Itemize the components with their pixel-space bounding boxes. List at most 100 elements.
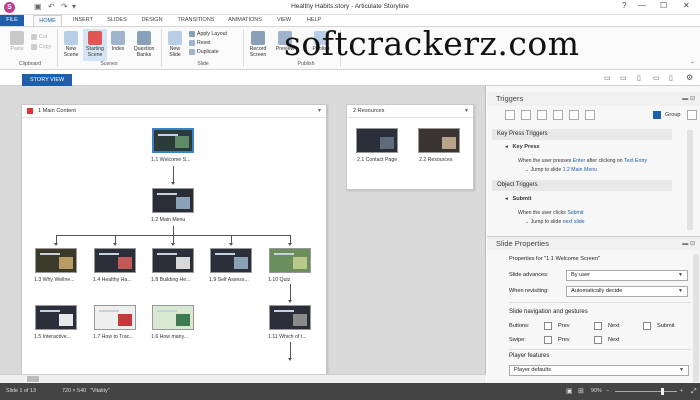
story-view-tab[interactable]: STORY VIEW (22, 74, 72, 86)
swipe-next-checkbox[interactable] (594, 336, 602, 344)
new-trigger-icon[interactable] (505, 110, 515, 120)
slide-thumbnail[interactable] (94, 305, 136, 330)
tab-animations[interactable]: ANIMATIONS (222, 15, 268, 26)
triggers-panel-header: Triggers ▬ ⊟ (487, 92, 700, 106)
object-trigger-item[interactable]: ◂ Submit (505, 196, 531, 202)
zoom-out-icon[interactable]: − (606, 383, 609, 400)
phone-portrait-icon[interactable]: ▯ (669, 74, 673, 82)
when-revisiting-select[interactable]: Automatically decide ▼ (566, 286, 688, 297)
slide-thumbnail[interactable] (152, 248, 194, 273)
phone-landscape-icon[interactable]: ▭ (653, 74, 660, 82)
paste-trigger-icon[interactable] (553, 110, 563, 120)
prev-button-checkbox[interactable] (544, 322, 552, 330)
slide-thumbnail[interactable] (94, 248, 136, 273)
tablet-portrait-icon[interactable]: ▯ (637, 74, 641, 82)
slide-thumbnail[interactable] (152, 305, 194, 330)
trigger-settings-icon[interactable] (687, 110, 697, 120)
scrollbar-thumb[interactable] (27, 376, 39, 382)
edit-trigger-icon[interactable] (521, 110, 531, 120)
key-press-triggers-section[interactable]: Key Press Triggers (492, 129, 672, 140)
duplicate-button[interactable]: Duplicate (189, 48, 219, 56)
question-banks-button[interactable]: Question Banks (130, 31, 158, 58)
delete-trigger-icon[interactable] (585, 110, 595, 120)
close-icon[interactable]: ✕ (683, 1, 690, 10)
tab-slides[interactable]: SLIDES (102, 15, 132, 26)
slide-thumbnail-image (175, 136, 189, 148)
slide-advances-label: Slide advances: (509, 272, 549, 278)
slide-thumbnail[interactable] (269, 248, 311, 273)
slide-thumbnail[interactable] (152, 188, 194, 213)
tab-file[interactable]: FILE (0, 15, 24, 26)
zoom-slider-thumb[interactable] (661, 388, 664, 395)
new-slide-button[interactable]: New Slide (164, 31, 186, 58)
slide-thumbnail-title-bar (99, 253, 119, 255)
tab-insert[interactable]: INSERT (68, 15, 98, 26)
scene-header: 2 Resources ▾ (347, 105, 473, 118)
scene-header: 1 Main Content ▾ (22, 105, 326, 118)
object-triggers-section[interactable]: Object Triggers (492, 180, 672, 191)
story-canvas[interactable]: 1 Main Content ▾ 2 Resources ▾ 1.1 Welco… (0, 86, 486, 384)
slide-thumbnail-image (380, 137, 394, 149)
new-scene-button[interactable]: New Scene (60, 31, 82, 58)
slide-thumbnail-title-bar (40, 253, 60, 255)
key-press-trigger-line2[interactable]: → Jump to slide 1.2 Main Menu (524, 167, 597, 173)
submit-button-checkbox[interactable] (643, 322, 651, 330)
minimize-icon[interactable]: — (638, 1, 646, 10)
slide-thumbnail[interactable] (35, 248, 77, 273)
slide-thumbnail[interactable] (269, 305, 311, 330)
slide-thumbnail[interactable] (356, 128, 398, 153)
scene-menu-icon[interactable]: ▾ (465, 105, 468, 118)
copy-button[interactable]: Copy (31, 43, 51, 51)
fit-view-icon[interactable]: ▣ (566, 383, 573, 400)
horizontal-scrollbar[interactable] (0, 374, 486, 383)
starting-scene-button[interactable]: Starting Scene (83, 29, 107, 61)
starting-scene-flag-icon (27, 108, 33, 114)
desktop-view-icon[interactable]: ▭ (604, 74, 611, 82)
key-press-trigger-line1[interactable]: When the user presses Enter after clicki… (518, 158, 647, 164)
reset-button[interactable]: Reset (189, 39, 211, 47)
player-features-select[interactable]: Player defaults ▼ (509, 365, 689, 376)
tab-home[interactable]: HOME (33, 15, 62, 26)
slide-size: 720 × 540 (62, 388, 87, 394)
fit-window-icon[interactable]: ⊞ (578, 383, 584, 400)
connector-line (173, 226, 174, 235)
panel-options-icon[interactable]: ▬ ⊟ (682, 237, 695, 251)
scene-menu-icon[interactable]: ▾ (318, 105, 321, 118)
index-button[interactable]: Index (108, 31, 128, 52)
panel-options-icon[interactable]: ▬ ⊟ (682, 92, 695, 106)
fit-to-window-icon[interactable]: ⤢ (691, 383, 697, 400)
copy-trigger-icon[interactable] (537, 110, 547, 120)
move-up-icon[interactable] (569, 110, 579, 120)
cut-button[interactable]: Cut (31, 33, 47, 41)
collapse-ribbon-icon[interactable]: ⌃ (690, 61, 695, 68)
key-press-item[interactable]: ◂ Key Press (505, 144, 540, 150)
tab-transitions[interactable]: TRANSITIONS (172, 15, 220, 26)
maximize-icon[interactable]: ☐ (660, 1, 667, 10)
properties-scrollbar[interactable] (693, 254, 699, 382)
help-icon[interactable]: ? (622, 1, 626, 10)
slide-advances-select[interactable]: By user ▼ (566, 270, 688, 281)
slide-thumbnail[interactable] (35, 305, 77, 330)
record-screen-button[interactable]: Record Screen (246, 31, 270, 58)
tablet-landscape-icon[interactable]: ▭ (620, 74, 627, 82)
settings-gear-icon[interactable]: ⚙ (686, 73, 693, 82)
slide-label: 1.1 Welcome S... (151, 157, 191, 163)
object-trigger-line1[interactable]: When the user clicks Submit (518, 210, 583, 216)
swipe-prev-checkbox[interactable] (544, 336, 552, 344)
apply-layout-button[interactable]: Apply Layout (189, 30, 227, 38)
slide-count: Slide 1 of 13 (6, 388, 36, 394)
scissors-icon (31, 33, 37, 40)
next-button-checkbox[interactable] (594, 322, 602, 330)
chevron-down-icon: ▼ (678, 272, 683, 278)
zoom-slider[interactable] (615, 391, 677, 392)
slide-thumbnail[interactable] (152, 128, 194, 153)
slide-thumbnail[interactable] (418, 128, 460, 153)
zoom-in-icon[interactable]: + (680, 383, 683, 400)
duplicate-icon (189, 48, 195, 55)
object-trigger-line2[interactable]: → Jump to slide next slide (524, 219, 585, 225)
triggers-scrollbar[interactable] (687, 130, 693, 230)
slide-thumbnail[interactable] (210, 248, 252, 273)
paste-button[interactable]: Paste (6, 31, 28, 52)
group-checkbox[interactable] (653, 111, 661, 119)
tab-design[interactable]: DESIGN (136, 15, 168, 26)
